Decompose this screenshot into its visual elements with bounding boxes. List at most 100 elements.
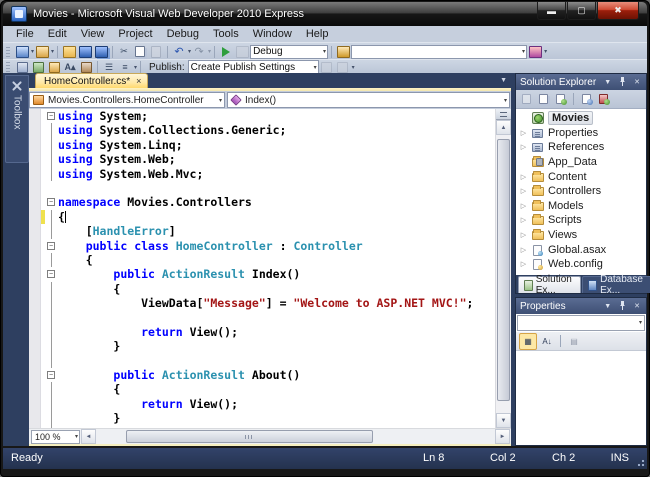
properties-grid[interactable] — [516, 351, 646, 445]
toolbox-tab[interactable]: Toolbox — [5, 75, 29, 163]
scroll-up-icon[interactable]: ▲ — [496, 120, 511, 135]
menu-item-tools[interactable]: Tools — [206, 27, 246, 41]
menu-item-edit[interactable]: Edit — [41, 27, 74, 41]
document-list-dropdown-icon[interactable]: ▼ — [500, 77, 507, 84]
toolbar-overflow-icon[interactable]: ▾ — [544, 48, 547, 55]
solution-explorer-titlebar[interactable]: Solution Explorer ▼ ✕ — [516, 74, 646, 90]
expander-icon[interactable]: ▷ — [519, 187, 528, 195]
types-dropdown[interactable]: Movies.Controllers.HomeController ▾ — [29, 92, 225, 108]
menu-item-help[interactable]: Help — [299, 27, 336, 41]
collapse-icon[interactable]: − — [47, 112, 55, 120]
menu-item-window[interactable]: Window — [246, 27, 299, 41]
document-tab[interactable]: HomeController.cs* × — [35, 73, 148, 88]
expander-icon[interactable]: ▷ — [519, 143, 528, 151]
tree-item-views[interactable]: ▷Views — [516, 228, 646, 243]
properties-titlebar[interactable]: Properties ▼ ✕ — [516, 298, 646, 314]
expander-icon[interactable]: ▷ — [519, 173, 528, 181]
tree-item-web-config[interactable]: ▷Web.config — [516, 257, 646, 272]
window-position-dropdown-icon[interactable]: ▼ — [602, 303, 613, 310]
copy-icon[interactable] — [133, 45, 147, 58]
window-position-dropdown-icon[interactable]: ▼ — [602, 79, 613, 86]
cut-icon[interactable]: ✂ — [117, 45, 131, 58]
extension-manager-icon[interactable] — [528, 45, 542, 58]
show-all-files-icon[interactable] — [536, 92, 551, 106]
tab-solution-explorer[interactable]: Solution Ex... — [518, 276, 581, 293]
view-code-icon[interactable] — [579, 92, 594, 106]
maximize-button[interactable]: ▢ — [567, 2, 596, 20]
members-dropdown[interactable]: Index() ▾ — [227, 92, 510, 108]
format-painter-icon[interactable] — [79, 61, 93, 74]
open-file-icon[interactable] — [62, 45, 76, 58]
expander-icon[interactable]: ▷ — [519, 129, 528, 137]
close-button[interactable]: ✖ — [597, 2, 639, 20]
vertical-scroll-track[interactable] — [496, 135, 511, 413]
expander-icon[interactable]: ▷ — [519, 260, 528, 268]
split-editor-handle[interactable] — [496, 109, 511, 120]
outlining-margin[interactable]: − — [45, 239, 58, 253]
toolbar-overflow-icon[interactable]: ▾ — [134, 64, 137, 71]
add-item-dropdown-icon[interactable]: ▾ — [51, 48, 54, 55]
outlining-margin[interactable]: − — [45, 195, 58, 209]
property-pages-icon[interactable]: ▤ — [566, 334, 582, 349]
collapse-icon[interactable]: − — [47, 270, 55, 278]
find-in-files-icon[interactable] — [336, 45, 350, 58]
horizontal-scroll-thumb[interactable] — [126, 430, 373, 443]
vertical-scroll-thumb[interactable] — [497, 139, 510, 401]
tree-item-app-data[interactable]: App_Data — [516, 155, 646, 170]
horizontal-scroll-track[interactable] — [98, 430, 493, 443]
auto-hide-pin-icon[interactable] — [617, 77, 628, 88]
tree-item-models[interactable]: ▷Models — [516, 199, 646, 214]
properties-icon[interactable] — [519, 92, 534, 106]
expander-icon[interactable]: ▷ — [519, 202, 528, 210]
solution-configurations-combo[interactable]: Debug ▾ — [250, 45, 328, 59]
redo-icon[interactable]: ↷ — [192, 45, 206, 58]
expander-icon[interactable]: ▷ — [519, 246, 528, 254]
tree-item-references[interactable]: ▷References — [516, 140, 646, 155]
menu-item-file[interactable]: File — [9, 27, 41, 41]
refresh-icon[interactable] — [553, 92, 568, 106]
tab-close-icon[interactable]: × — [136, 77, 141, 86]
order-icon[interactable]: ≡ — [118, 61, 132, 74]
toolbar-grip[interactable] — [6, 47, 10, 57]
vertical-scrollbar[interactable]: ▲ ▼ — [495, 109, 511, 428]
tree-item-content[interactable]: ▷Content — [516, 169, 646, 184]
new-project-icon[interactable] — [15, 45, 29, 58]
outlining-margin[interactable]: − — [45, 109, 58, 123]
scroll-right-icon[interactable]: ► — [495, 429, 510, 444]
scroll-left-icon[interactable]: ◄ — [81, 429, 96, 444]
scroll-down-icon[interactable]: ▼ — [496, 413, 511, 428]
code-editor[interactable]: −using System;using System.Collections.G… — [29, 109, 511, 428]
categorized-icon[interactable]: ▦ — [519, 333, 537, 350]
collapse-icon[interactable]: − — [47, 242, 55, 250]
collapse-icon[interactable]: − — [47, 198, 55, 206]
class-diagram-icon[interactable] — [596, 92, 611, 106]
object-selector-combo[interactable]: ▾ — [517, 315, 645, 331]
editor-zoom-combo[interactable]: 100 % ▾ — [31, 430, 80, 444]
tree-item-scripts[interactable]: ▷Scripts — [516, 213, 646, 228]
paste-icon[interactable] — [149, 45, 163, 58]
expander-icon[interactable]: ▷ — [519, 216, 528, 224]
title-bar[interactable]: Movies - Microsoft Visual Web Developer … — [3, 2, 647, 26]
toolbar-grip[interactable] — [6, 62, 10, 72]
panel-close-icon[interactable]: ✕ — [632, 78, 642, 86]
publish-settings-combo[interactable]: Create Publish Settings ▾ — [188, 60, 319, 74]
minimize-button[interactable]: ▬ — [537, 2, 566, 20]
undo-dropdown-icon[interactable]: ▾ — [188, 48, 191, 55]
layer-icon[interactable] — [31, 61, 45, 74]
start-debugging-icon[interactable] — [219, 45, 233, 58]
align-icon[interactable]: ☰ — [102, 61, 116, 74]
toolbar-overflow-icon[interactable]: ▾ — [352, 64, 355, 71]
menu-item-debug[interactable]: Debug — [160, 27, 206, 41]
font-icon[interactable]: A▴ — [63, 61, 77, 74]
redo-dropdown-icon[interactable]: ▾ — [208, 48, 211, 55]
find-combo[interactable]: ▾ — [351, 45, 527, 59]
resize-grip[interactable] — [635, 457, 645, 467]
panel-close-icon[interactable]: ✕ — [632, 302, 642, 310]
publish-icon[interactable] — [320, 61, 334, 74]
code-text-area[interactable]: −using System;using System.Collections.G… — [41, 109, 495, 428]
tree-item-movies[interactable]: Movies — [516, 111, 646, 126]
expander-icon[interactable]: ▷ — [519, 231, 528, 239]
menu-item-project[interactable]: Project — [111, 27, 159, 41]
auto-hide-pin-icon[interactable] — [617, 301, 628, 312]
edit-settings-icon[interactable] — [336, 61, 350, 74]
